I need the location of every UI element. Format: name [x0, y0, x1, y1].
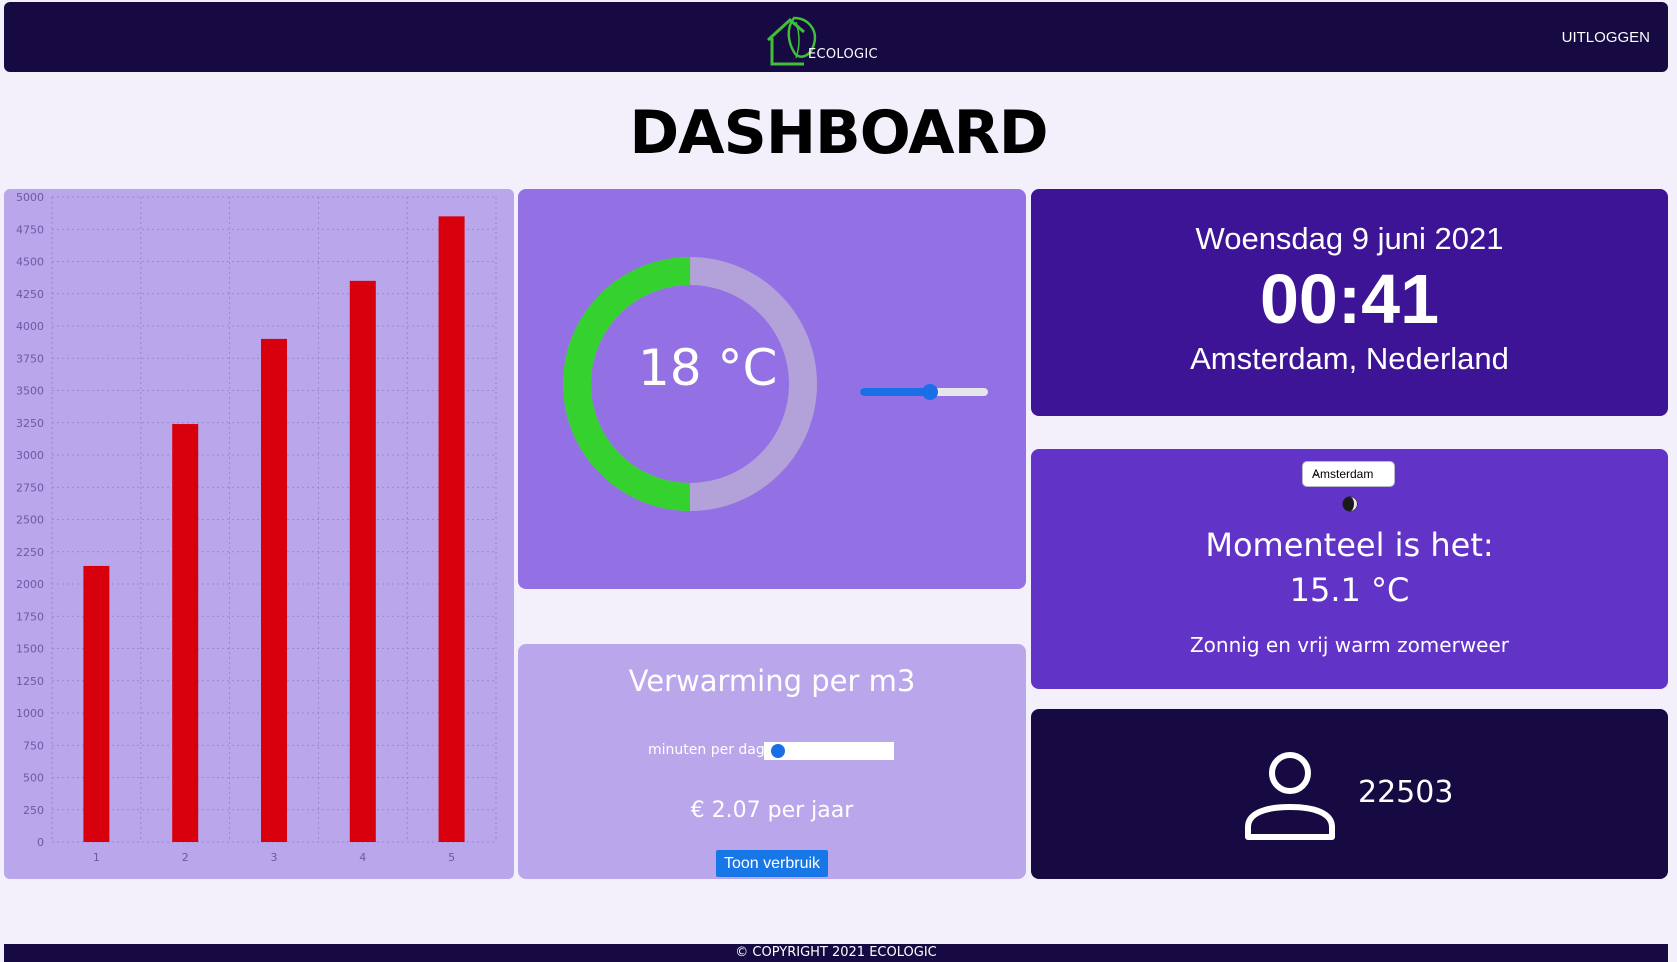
- slider-thumb[interactable]: [922, 384, 939, 400]
- y-tick-label: 500: [23, 772, 44, 785]
- user-count-card: 22503: [1031, 709, 1668, 879]
- energy-bar-chart: 0 250 500 750 1000 1250 1500 1750 2000 2250 2500 27…: [4, 189, 514, 879]
- y-tick-label: 2250: [16, 546, 44, 559]
- x-tick-label: 4: [359, 851, 366, 864]
- top-navbar: ECOLOGIC UITLOGGEN: [4, 2, 1668, 72]
- x-tick-label: 3: [271, 851, 278, 864]
- y-tick-label: 250: [23, 804, 44, 817]
- weather-card: Amsterdam ⌄ Momenteel is het: 15.1 °C Zo…: [1031, 449, 1668, 689]
- chart-bar: [172, 424, 199, 842]
- city-select[interactable]: Amsterdam ⌄: [1302, 461, 1395, 487]
- y-tick-label: 4750: [16, 223, 44, 236]
- thermostat-value: 18 °C: [638, 339, 778, 397]
- slider-fill: [860, 388, 931, 396]
- heating-cost-card: Verwarming per m3 minuten per dag: 0 € 2…: [518, 644, 1026, 879]
- clock-location: Amsterdam, Nederland: [1190, 341, 1509, 376]
- y-tick-label: 1500: [16, 643, 44, 656]
- y-tick-label: 2000: [16, 578, 44, 591]
- weather-temperature: 15.1 °C: [1289, 571, 1410, 609]
- footer: © COPYRIGHT 2021 ECOLOGIC: [4, 944, 1668, 962]
- y-tick-label: 1250: [16, 675, 44, 688]
- y-tick-label: 2500: [16, 514, 44, 527]
- logout-link[interactable]: UITLOGGEN: [1562, 29, 1650, 46]
- thermostat-card: 18 °C: [518, 189, 1026, 589]
- y-tick-label: 3750: [16, 352, 44, 365]
- weather-description: Zonnig en vrij warm zomerweer: [1189, 633, 1510, 657]
- clock-card: Woensdag 9 juni 2021 00:41 Amsterdam, Ne…: [1031, 189, 1668, 416]
- x-tick-label: 1: [93, 851, 100, 864]
- chart-bar: [83, 565, 110, 842]
- x-tick-label: 2: [182, 851, 189, 864]
- heating-title: Verwarming per m3: [628, 664, 916, 698]
- y-tick-label: 750: [23, 739, 44, 752]
- y-tick-label: 1750: [16, 610, 44, 623]
- temperature-slider[interactable]: [860, 384, 988, 400]
- yearly-cost: € 2.07 per jaar: [690, 798, 854, 823]
- show-usage-button[interactable]: Toon verbruik: [716, 850, 828, 877]
- ecologic-logo[interactable]: ECOLOGIC: [764, 10, 878, 66]
- clock-time: 00:41: [1259, 260, 1440, 338]
- minutes-slider[interactable]: [764, 742, 894, 760]
- y-tick-label: 2750: [16, 481, 44, 494]
- y-tick-label: 4000: [16, 320, 44, 333]
- y-tick-label: 3250: [16, 417, 44, 430]
- page-title: DASHBOARD: [629, 98, 1048, 168]
- y-tick-label: 3000: [16, 449, 44, 462]
- chart-bar: [261, 338, 287, 842]
- user-icon: [1245, 752, 1335, 840]
- logo-text: ECOLOGIC: [808, 47, 878, 62]
- minutes-slider-thumb[interactable]: [771, 744, 785, 758]
- y-tick-label: 5000: [16, 191, 44, 204]
- chart-bar: [349, 280, 376, 843]
- chart-bar: [438, 216, 465, 843]
- bar-chart-svg: 0 250 500 750 1000 1250 1500 1750 2000 2250 2500 27…: [16, 191, 497, 864]
- chevron-down-icon: ⌄: [1312, 467, 1322, 479]
- weather-lead: Momenteel is het:: [1205, 526, 1494, 564]
- moon-icon: [1342, 496, 1358, 512]
- y-tick-label: 4500: [16, 256, 44, 269]
- minutes-label: minuten per dag: 0: [648, 742, 783, 758]
- clock-date: Woensdag 9 juni 2021: [1195, 221, 1504, 256]
- y-tick-label: 0: [37, 836, 44, 849]
- y-tick-label: 3500: [16, 385, 44, 398]
- y-tick-label: 1000: [16, 707, 44, 720]
- y-tick-label: 4250: [16, 288, 44, 301]
- x-tick-label: 5: [448, 851, 455, 864]
- user-count: 22503: [1358, 775, 1454, 810]
